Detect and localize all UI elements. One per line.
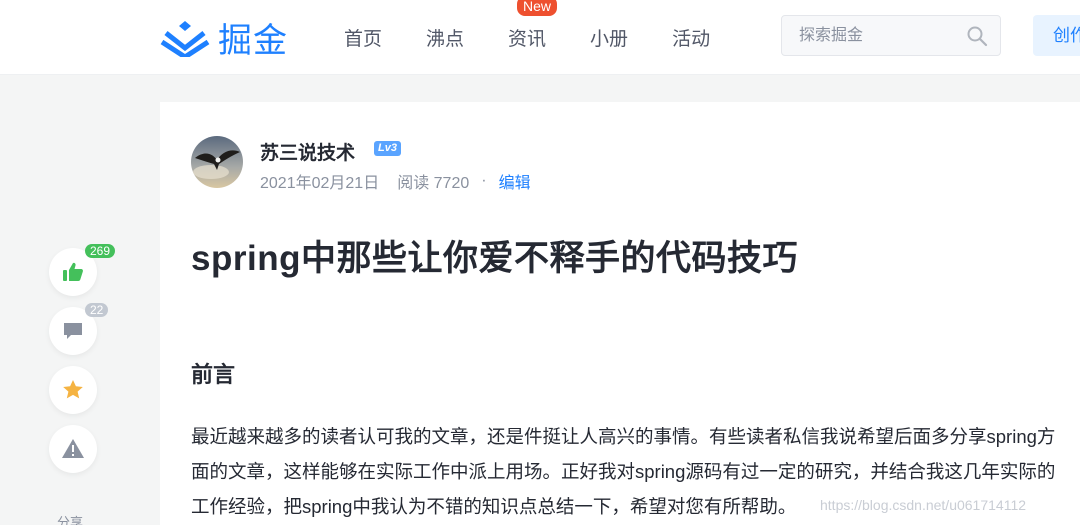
nav-item-pins[interactable]: 沸点 (426, 24, 464, 51)
juejin-logo-icon (160, 21, 210, 57)
nav-item-events[interactable]: 活动 (672, 24, 710, 51)
report-button[interactable] (49, 425, 97, 473)
author-avatar[interactable] (191, 136, 243, 188)
favorite-button[interactable] (49, 366, 97, 414)
nav-item-news[interactable]: 资讯 New (508, 0, 560, 51)
comment-count-badge: 22 (85, 303, 109, 317)
nav-item-books[interactable]: 小册 (590, 24, 628, 51)
section-heading: 前言 (191, 362, 236, 387)
publish-date: 2021年02月21日 (260, 175, 380, 192)
like-count-badge: 269 (85, 244, 116, 258)
comment-icon (64, 323, 82, 339)
star-icon (63, 380, 83, 399)
nav-item-home[interactable]: 首页 (344, 24, 382, 51)
search-box (781, 15, 1001, 56)
article-meta: 2021年02月21日 阅读 7720 · 编辑 (260, 169, 531, 193)
watermark: https://blog.csdn.net/u061714112 (820, 497, 1027, 513)
like-button[interactable]: 269 (49, 244, 116, 296)
author-name[interactable]: 苏三说技术 (260, 138, 355, 165)
search-input[interactable] (783, 17, 953, 54)
share-label: 分享 (57, 515, 84, 525)
main-nav: 首页 沸点 资讯 New 小册 活动 (320, 0, 754, 75)
thumbs-up-icon (63, 262, 83, 281)
edit-link[interactable]: 编辑 (499, 169, 531, 193)
new-badge: New (515, 0, 560, 18)
article-title: spring中那些让你爱不释手的代码技巧 (191, 239, 798, 278)
read-count: 阅读 7720 (397, 175, 470, 192)
nav-item-news-label: 资讯 (508, 29, 547, 50)
eagle-avatar-image (191, 136, 243, 188)
creator-center-button[interactable]: 创作者中心 (1033, 15, 1080, 56)
top-header: 掘金 首页 沸点 资讯 New 小册 活动 创作者中心 (0, 0, 1080, 75)
juejin-logo[interactable]: 掘金 (160, 16, 288, 61)
comment-button[interactable]: 22 (49, 303, 109, 355)
article-card: 苏三说技术 Lv3 2021年02月21日 阅读 7720 · 编辑 sprin… (160, 102, 1080, 525)
meta-separator: · (481, 172, 487, 189)
search-icon[interactable] (966, 25, 988, 47)
logo-text: 掘金 (218, 20, 288, 61)
level-badge: Lv3 (374, 141, 401, 156)
warning-icon (62, 439, 84, 458)
